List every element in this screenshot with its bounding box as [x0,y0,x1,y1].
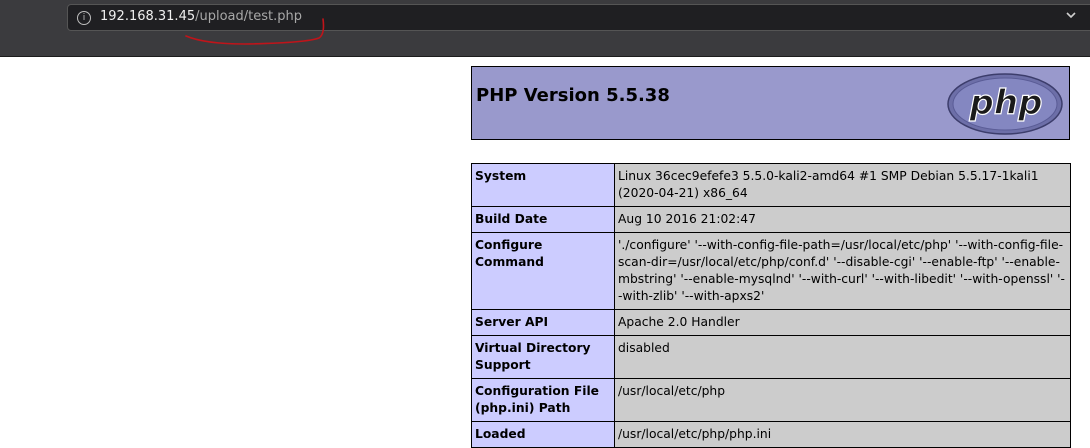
row-value: /usr/local/etc/php/php.ini [614,421,1071,448]
table-row: Configure Command './configure' '--with-… [471,232,1071,310]
red-annotation-stroke [185,18,325,45]
row-value: Aug 10 2016 21:02:47 [614,206,1071,233]
url-host: 192.168.31.45 [100,9,196,24]
phpinfo-table: System Linux 36cec9efefe3 5.5.0-kali2-am… [471,163,1071,448]
page-title: PHP Version 5.5.38 [476,85,670,106]
row-key: Virtual Directory Support [471,335,615,379]
row-key: Configuration File (php.ini) Path [471,378,615,422]
table-row: System Linux 36cec9efefe3 5.5.0-kali2-am… [471,163,1071,207]
row-value: Linux 36cec9efefe3 5.5.0-kali2-amd64 #1 … [614,163,1071,207]
table-row: Configuration File (php.ini) Path /usr/l… [471,378,1071,422]
row-value: disabled [614,335,1071,379]
toolbar-divider [0,56,1090,57]
php-version-header: PHP Version 5.5.38 php [471,66,1070,140]
chevron-down-icon[interactable] [1065,9,1077,24]
row-value: './configure' '--with-config-file-path=/… [614,232,1071,310]
row-value: Apache 2.0 Handler [614,309,1071,336]
table-row: Server API Apache 2.0 Handler [471,309,1071,336]
row-key: Server API [471,309,615,336]
browser-toolbar: i 192.168.31.45/upload/test.php [0,0,1090,57]
row-key: Build Date [471,206,615,233]
row-key: Loaded [471,421,615,448]
table-row: Loaded /usr/local/etc/php/php.ini [471,421,1071,448]
table-row: Build Date Aug 10 2016 21:02:47 [471,206,1071,233]
php-logo: php [947,73,1063,135]
row-value: /usr/local/etc/php [614,378,1071,422]
info-icon[interactable]: i [77,11,91,25]
row-key: System [471,163,615,207]
table-row: Virtual Directory Support disabled [471,335,1071,379]
row-key: Configure Command [471,232,615,310]
php-logo-text: php [969,83,1043,123]
